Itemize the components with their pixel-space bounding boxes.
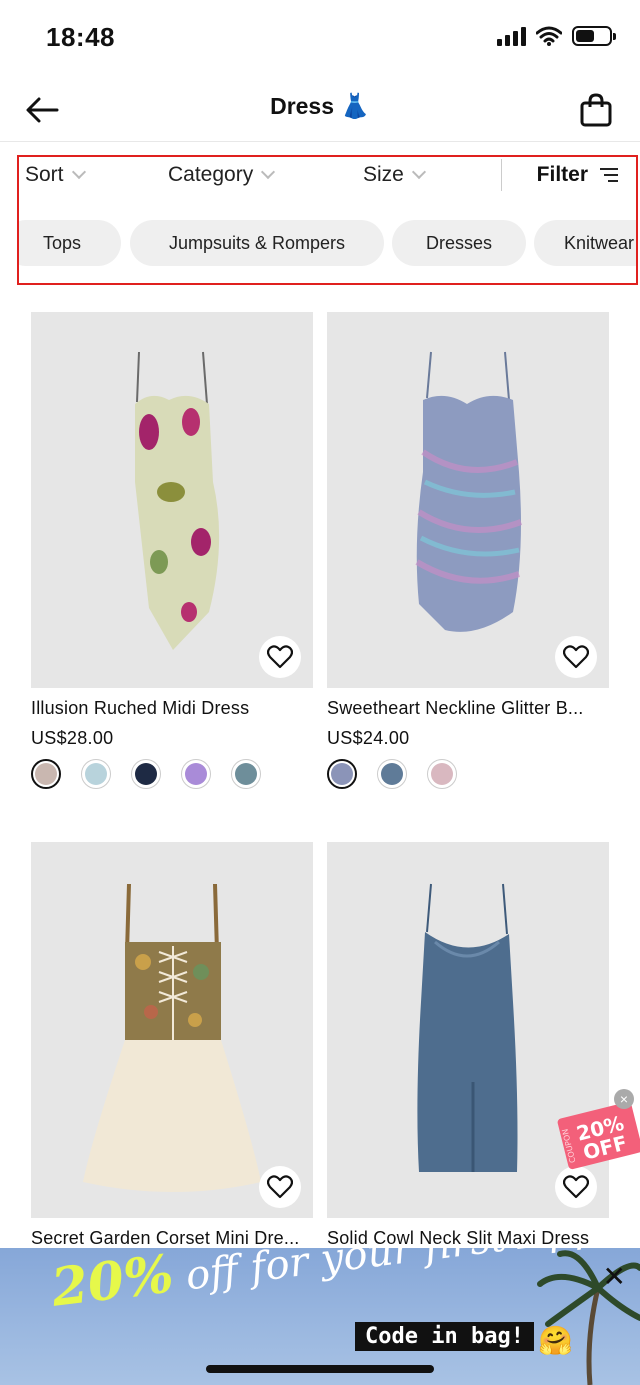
battery-icon: [572, 26, 616, 46]
top-nav-bar: Dress 👗: [0, 76, 640, 142]
sort-dropdown[interactable]: Sort: [25, 163, 86, 187]
status-icons: [497, 26, 616, 46]
product-name[interactable]: Illusion Ruched Midi Dress: [31, 698, 313, 719]
product-name[interactable]: Solid Cowl Neck Slit Maxi Dress: [327, 1228, 609, 1249]
cellular-signal-icon: [497, 26, 526, 46]
favorite-button[interactable]: [259, 636, 301, 678]
size-dropdown[interactable]: Size: [363, 163, 426, 187]
filter-label: Filter: [536, 163, 588, 186]
sort-label: Sort: [25, 163, 64, 186]
color-swatch[interactable]: [181, 759, 211, 789]
status-bar: 18:48: [0, 0, 640, 76]
home-indicator: [206, 1365, 434, 1373]
banner-code-label: Code in bag!: [355, 1322, 534, 1351]
product-image[interactable]: [31, 312, 313, 688]
product-image[interactable]: [31, 842, 313, 1218]
color-swatch[interactable]: [131, 759, 161, 789]
chip-knitwear[interactable]: Knitwear: [534, 220, 636, 266]
filter-section: Sort Category Size Filter Tops Jumpsuits…: [17, 155, 638, 285]
heart-icon: [563, 1175, 589, 1199]
heart-icon: [563, 645, 589, 669]
category-dropdown[interactable]: Category: [168, 163, 276, 187]
dress-illustration: [415, 351, 523, 632]
coupon-badge[interactable]: 20% OFF COUPON: [556, 1100, 640, 1172]
coupon-close-button[interactable]: ×: [614, 1089, 634, 1109]
filter-button[interactable]: Filter: [537, 163, 618, 187]
heart-icon: [267, 1175, 293, 1199]
chevron-down-icon: [411, 164, 426, 180]
color-swatch[interactable]: [377, 759, 407, 789]
dress-emoji-icon: 👗: [340, 93, 370, 120]
chip-dresses[interactable]: Dresses: [392, 220, 526, 266]
page-title: Dress 👗: [0, 92, 640, 121]
color-swatch[interactable]: [31, 759, 61, 789]
wifi-icon: [536, 26, 562, 46]
divider: [501, 159, 502, 191]
color-swatch[interactable]: [327, 759, 357, 789]
filter-lines-icon: [600, 168, 618, 182]
color-swatch[interactable]: [81, 759, 111, 789]
category-chips: Tops Jumpsuits & Rompers Dresses Knitwea…: [19, 220, 636, 268]
category-label: Category: [168, 163, 254, 186]
product-image[interactable]: [327, 312, 609, 688]
color-swatch[interactable]: [427, 759, 457, 789]
product-card[interactable]: Illusion Ruched Midi Dress US$28.00: [31, 312, 313, 789]
color-swatch[interactable]: [231, 759, 261, 789]
dress-illustration: [83, 883, 261, 1192]
dress-illustration: [135, 351, 220, 650]
favorite-button[interactable]: [259, 1166, 301, 1208]
favorite-button[interactable]: [555, 1166, 597, 1208]
favorite-button[interactable]: [555, 636, 597, 678]
shopping-bag-button[interactable]: [574, 88, 618, 132]
chip-tops[interactable]: Tops: [19, 220, 121, 266]
product-price: US$28.00: [31, 728, 114, 748]
product-card[interactable]: Secret Garden Corset Mini Dre...: [31, 842, 313, 1249]
chevron-down-icon: [261, 164, 276, 180]
page-title-text: Dress: [270, 93, 335, 119]
heart-icon: [267, 645, 293, 669]
banner-close-button[interactable]: ✕: [603, 1260, 626, 1293]
product-price: US$24.00: [327, 728, 410, 748]
hug-emoji-icon: 🤗: [538, 1325, 573, 1356]
chip-jumpsuits-rompers[interactable]: Jumpsuits & Rompers: [130, 220, 384, 266]
product-card[interactable]: Sweetheart Neckline Glitter B... US$24.0…: [327, 312, 609, 789]
size-label: Size: [363, 163, 404, 186]
product-card[interactable]: Solid Cowl Neck Slit Maxi Dress: [327, 842, 609, 1249]
product-name[interactable]: Secret Garden Corset Mini Dre...: [31, 1228, 313, 1249]
status-time: 18:48: [46, 22, 115, 52]
shopping-bag-icon: [580, 93, 612, 127]
color-swatches: [31, 759, 313, 789]
chevron-down-icon: [71, 164, 86, 180]
sort-filter-row: Sort Category Size Filter: [19, 157, 636, 193]
product-name[interactable]: Sweetheart Neckline Glitter B...: [327, 698, 609, 719]
color-swatches: [327, 759, 609, 789]
